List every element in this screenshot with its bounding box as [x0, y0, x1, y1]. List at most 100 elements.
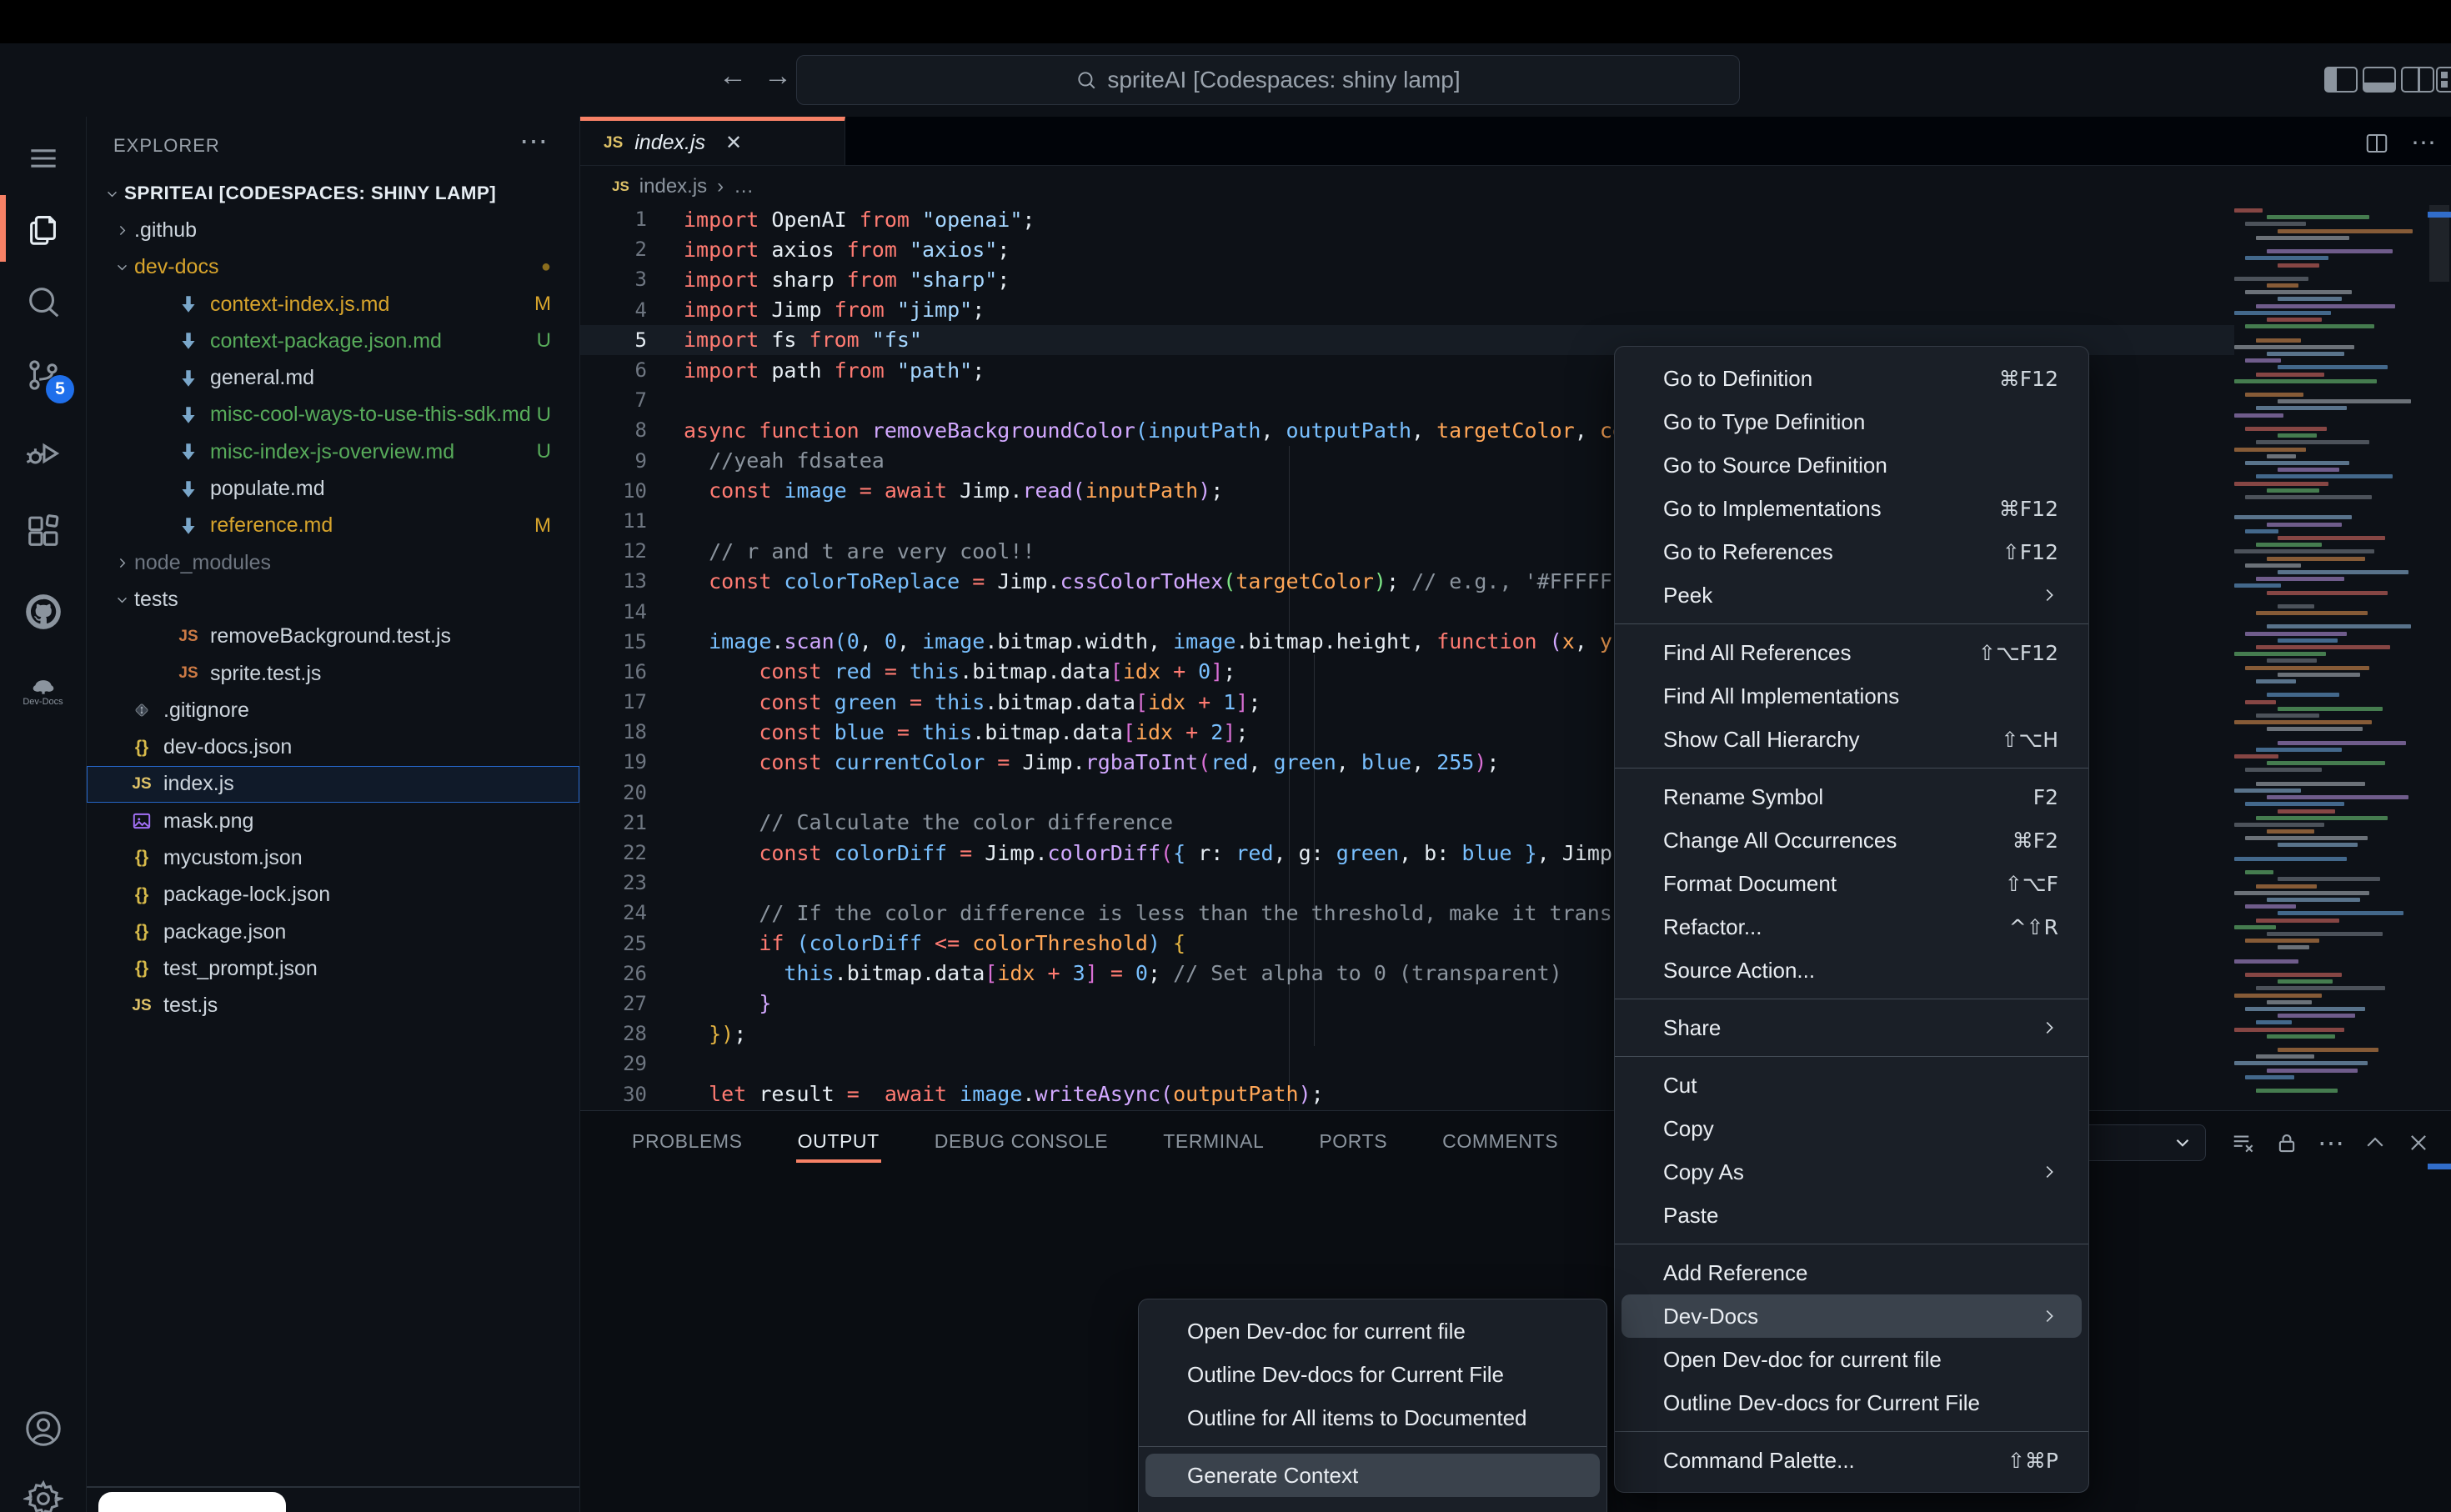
explorer-item-removebackground-test-js[interactable]: JSremoveBackground.test.js: [87, 618, 579, 655]
explorer-item-sprite-test-js[interactable]: JSsprite.test.js: [87, 655, 579, 692]
explorer-item-test-prompt-json[interactable]: {}test_prompt.json: [87, 950, 579, 987]
git-status-badge: M: [534, 514, 551, 538]
tab-label: index.js: [634, 131, 705, 155]
explorer-item-mask-png[interactable]: mask.png: [87, 803, 579, 839]
explorer-item-package-json[interactable]: {}package.json: [87, 914, 579, 950]
menu-item-find-all-implementations[interactable]: Find All Implementations: [1615, 674, 2088, 718]
menu-item-go-to-references[interactable]: Go to References⇧F12: [1615, 530, 2088, 573]
menu-separator: [1615, 1431, 2088, 1432]
minimap[interactable]: [2234, 205, 2426, 1114]
run-debug-icon[interactable]: [0, 418, 86, 488]
submenu-item-outline-for-all-items-to-documented[interactable]: Outline for All items to Documented: [1139, 1396, 1606, 1439]
nav-back-icon[interactable]: ←: [719, 60, 747, 93]
search-icon[interactable]: [0, 267, 86, 337]
toggle-secondary-sidebar-icon[interactable]: [2401, 67, 2434, 93]
github-icon[interactable]: [0, 577, 86, 647]
code-line-3[interactable]: 3import sharp from "sharp";: [580, 264, 2234, 294]
menu-item-copy[interactable]: Copy: [1615, 1107, 2088, 1150]
explorer-item-context-package-json-md[interactable]: context-package.json.mdU: [87, 323, 579, 359]
menu-item-go-to-type-definition[interactable]: Go to Type Definition: [1615, 400, 2088, 443]
lock-scrolling-icon[interactable]: [2274, 1130, 2299, 1155]
explorer-item-populate-md[interactable]: populate.md: [87, 470, 579, 507]
settings-gear-icon[interactable]: [0, 1464, 86, 1512]
tab-close-icon[interactable]: ✕: [725, 131, 742, 155]
menu-item-go-to-definition[interactable]: Go to Definition⌘F12: [1615, 357, 2088, 400]
panel-tab-ports[interactable]: PORTS: [1317, 1115, 1389, 1168]
menu-icon[interactable]: [0, 123, 86, 193]
menu-item-go-to-implementations[interactable]: Go to Implementations⌘F12: [1615, 487, 2088, 530]
menu-item-open-dev-doc-for-current-file[interactable]: Open Dev-doc for current file: [1615, 1338, 2088, 1381]
explorer-item-test-js[interactable]: JStest.js: [87, 988, 579, 1024]
panel-tab-comments[interactable]: COMMENTS: [1441, 1115, 1560, 1168]
breadcrumb[interactable]: JS index.js › …: [612, 175, 754, 198]
explorer-item-mycustom-json[interactable]: {}mycustom.json: [87, 839, 579, 876]
explorer-item-dev-docs[interactable]: dev-docs●: [87, 249, 579, 286]
dev-docs-icon[interactable]: Dev-Docs: [0, 657, 86, 727]
tab-index-js[interactable]: JS index.js ✕: [580, 117, 845, 165]
breadcrumb-symbol[interactable]: …: [734, 175, 754, 198]
menu-item-show-call-hierarchy[interactable]: Show Call Hierarchy⇧⌥H: [1615, 718, 2088, 761]
toggle-panel-icon[interactable]: [2363, 67, 2396, 93]
panel-tab-terminal[interactable]: TERMINAL: [1161, 1115, 1266, 1168]
menu-item-copy-as[interactable]: Copy As: [1615, 1150, 2088, 1194]
explorer-item-general-md[interactable]: general.md: [87, 359, 579, 396]
breadcrumb-file[interactable]: index.js: [639, 175, 707, 198]
menu-item-cut[interactable]: Cut: [1615, 1064, 2088, 1107]
extensions-icon[interactable]: [0, 497, 86, 567]
panel-tab-problems[interactable]: PROBLEMS: [630, 1115, 744, 1168]
menu-item-format-document[interactable]: Format Document⇧⌥F: [1615, 862, 2088, 905]
line-number: 20: [580, 781, 647, 804]
panel-tab-output[interactable]: OUTPUT: [796, 1115, 881, 1168]
code-line-4[interactable]: 4import Jimp from "jimp";: [580, 295, 2234, 325]
explorer-item-reference-md[interactable]: reference.mdM: [87, 508, 579, 544]
explorer-more-actions-icon[interactable]: ⋯: [519, 125, 548, 158]
explorer-item-node-modules[interactable]: node_modules: [87, 544, 579, 581]
nav-forward-icon[interactable]: →: [764, 60, 792, 93]
menu-item-command-palette[interactable]: Command Palette...⇧⌘P: [1615, 1439, 2088, 1482]
customize-layout-icon[interactable]: [2436, 67, 2451, 93]
menu-item-outline-dev-docs-for-current-file[interactable]: Outline Dev-docs for Current File: [1615, 1381, 2088, 1424]
menu-item-paste[interactable]: Paste: [1615, 1194, 2088, 1237]
menu-item-go-to-source-definition[interactable]: Go to Source Definition: [1615, 443, 2088, 487]
explorer-icon[interactable]: [0, 193, 86, 263]
panel-more-actions-icon[interactable]: ⋯: [2318, 1134, 2344, 1151]
maximize-panel-icon[interactable]: [2363, 1130, 2388, 1155]
menu-item-add-reference[interactable]: Add Reference: [1615, 1251, 2088, 1294]
menu-item-source-action[interactable]: Source Action...: [1615, 949, 2088, 992]
explorer-item-dev-docs-json[interactable]: {}dev-docs.json: [87, 728, 579, 765]
toggle-sidebar-icon[interactable]: [2324, 67, 2358, 93]
submenu-item-outline-dev-docs-for-current-file[interactable]: Outline Dev-docs for Current File: [1139, 1353, 1606, 1396]
explorer-item-misc-cool-ways-to-use-this-sdk-md[interactable]: misc-cool-ways-to-use-this-sdk.mdU: [87, 397, 579, 433]
explorer-item-context-index-js-md[interactable]: context-index.js.mdM: [87, 286, 579, 323]
explorer-item-tests[interactable]: tests: [87, 581, 579, 618]
line-number: 4: [580, 298, 647, 322]
explorer-item-github[interactable]: .github: [87, 212, 579, 248]
menu-item-find-all-references[interactable]: Find All References⇧⌥F12: [1615, 631, 2088, 674]
editor-more-actions-icon[interactable]: ⋯: [2411, 128, 2436, 158]
code-line-2[interactable]: 2import axios from "axios";: [580, 234, 2234, 264]
panel-tab-debug-console[interactable]: DEBUG CONSOLE: [933, 1115, 1110, 1168]
explorer-item-index-js[interactable]: JSindex.js: [87, 766, 579, 803]
explorer-item-spriteai-codespaces-shiny-lamp[interactable]: SPRITEAI [CODESPACES: SHINY LAMP]: [87, 175, 579, 212]
explorer-item-package-lock-json[interactable]: {}package-lock.json: [87, 877, 579, 914]
menu-item-dev-docs[interactable]: Dev-Docs: [1621, 1294, 2082, 1338]
submenu-item-generate-context[interactable]: Generate Context: [1145, 1454, 1600, 1497]
menu-item-peek[interactable]: Peek: [1615, 573, 2088, 617]
menu-item-change-all-occurrences[interactable]: Change All Occurrences⌘F2: [1615, 819, 2088, 862]
line-number: 27: [580, 992, 647, 1015]
submenu-item-open-dev-doc-for-current-file[interactable]: Open Dev-doc for current file: [1139, 1309, 1606, 1353]
split-editor-icon[interactable]: [2364, 131, 2389, 156]
close-panel-icon[interactable]: [2406, 1130, 2431, 1155]
menu-item-refactor[interactable]: Refactor...^⇧R: [1615, 905, 2088, 949]
source-control-icon[interactable]: 5: [0, 340, 86, 410]
clear-output-icon[interactable]: [2231, 1130, 2256, 1155]
explorer-item-misc-index-js-overview-md[interactable]: misc-index-js-overview.mdU: [87, 433, 579, 470]
menu-item-rename-symbol[interactable]: Rename SymbolF2: [1615, 775, 2088, 819]
explorer-item-gitignore[interactable]: .gitignore: [87, 692, 579, 728]
editor-context-menu: Go to Definition⌘F12Go to Type Definitio…: [1614, 346, 2089, 1493]
command-center[interactable]: spriteAI [Codespaces: shiny lamp]: [796, 55, 1740, 105]
menu-item-share[interactable]: Share: [1615, 1006, 2088, 1049]
accounts-icon[interactable]: [0, 1394, 86, 1464]
activity-bar: 5 Dev-Docs: [0, 117, 87, 1512]
code-line-1[interactable]: 1import OpenAI from "openai";: [580, 204, 2234, 234]
